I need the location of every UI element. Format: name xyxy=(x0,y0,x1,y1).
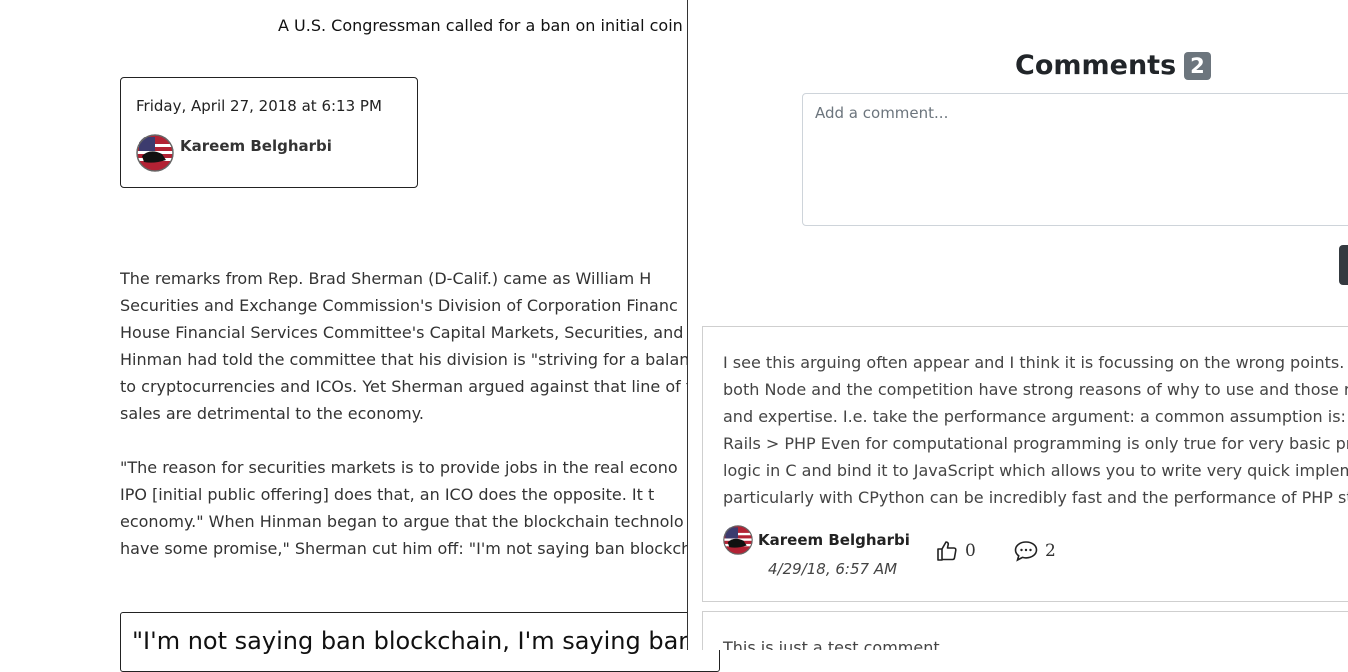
add-comment-input[interactable] xyxy=(802,93,1348,226)
comments-heading: Comments 2 xyxy=(1015,50,1211,81)
comment-author-name[interactable]: Kareem Belgharbi xyxy=(758,531,910,549)
comment-line: Rails > PHP Even for computational progr… xyxy=(723,434,1348,453)
paragraph-line: House Financial Services Committee's Cap… xyxy=(120,323,684,342)
reply-button[interactable]: 2 xyxy=(1013,539,1056,563)
comment-author-avatar[interactable] xyxy=(723,525,753,555)
article-paragraph-1: The remarks from Rep. Brad Sherman (D-Ca… xyxy=(120,265,690,427)
paragraph-line: The remarks from Rep. Brad Sherman (D-Ca… xyxy=(120,269,652,288)
comment-line: I see this arguing often appear and I th… xyxy=(723,353,1348,372)
speech-bubble-icon xyxy=(1014,541,1038,562)
article-subtitle: A U.S. Congressman called for a ban on i… xyxy=(278,16,683,35)
comment-line: logic in C and bind it to JavaScript whi… xyxy=(723,461,1348,480)
comment-card: This is just a test comment xyxy=(702,611,1348,650)
author-name[interactable]: Kareem Belgharbi xyxy=(180,137,332,155)
comment-line: particularly with CPython can be incredi… xyxy=(723,488,1348,507)
comments-title: Comments xyxy=(1015,50,1177,81)
paragraph-line: to cryptocurrencies and ICOs. Yet Sherma… xyxy=(120,377,690,396)
paragraph-line: Securities and Exchange Commission's Div… xyxy=(120,296,678,315)
submit-comment-button[interactable] xyxy=(1339,245,1348,285)
comments-panel: Comments 2 I see this arguing often appe… xyxy=(687,0,1348,650)
pull-quote: "I'm not saying ban blockchain, I'm sayi… xyxy=(120,612,720,672)
comment-count-badge: 2 xyxy=(1184,51,1211,80)
pull-quote-text: "I'm not saying ban blockchain, I'm sayi… xyxy=(132,627,720,655)
paragraph-line: sales are detrimental to the economy. xyxy=(120,404,424,423)
paragraph-line: economy." When Hinman began to argue tha… xyxy=(120,512,684,531)
comment-date: 4/29/18, 6:57 AM xyxy=(768,560,898,578)
article-paragraph-2: "The reason for securities markets is to… xyxy=(120,454,690,562)
comment-card: I see this arguing often appear and I th… xyxy=(702,326,1348,602)
like-count: 0 xyxy=(965,541,976,561)
paragraph-line: Hinman had told the committee that his d… xyxy=(120,350,690,369)
comment-line: both Node and the competition have stron… xyxy=(723,380,1348,399)
comment-line: and expertise. I.e. take the performance… xyxy=(723,407,1348,426)
article-author[interactable]: Kareem Belgharbi xyxy=(136,134,332,172)
thumbs-up-icon xyxy=(937,541,957,561)
author-avatar[interactable] xyxy=(136,134,174,172)
article-meta-card: Friday, April 27, 2018 at 6:13 PM Kareem… xyxy=(120,77,418,188)
like-button[interactable]: 0 xyxy=(935,539,976,563)
paragraph-line: have some promise," Sherman cut him off:… xyxy=(120,539,690,558)
paragraph-line: "The reason for securities markets is to… xyxy=(120,458,678,477)
paragraph-line: IPO [initial public offering] does that,… xyxy=(120,485,655,504)
article-date: Friday, April 27, 2018 at 6:13 PM xyxy=(136,97,382,115)
comment-author[interactable]: Kareem Belgharbi xyxy=(723,525,910,555)
reply-count: 2 xyxy=(1045,541,1056,561)
comment-body: This is just a test comment xyxy=(723,638,940,650)
comment-body: I see this arguing often appear and I th… xyxy=(723,349,1348,511)
